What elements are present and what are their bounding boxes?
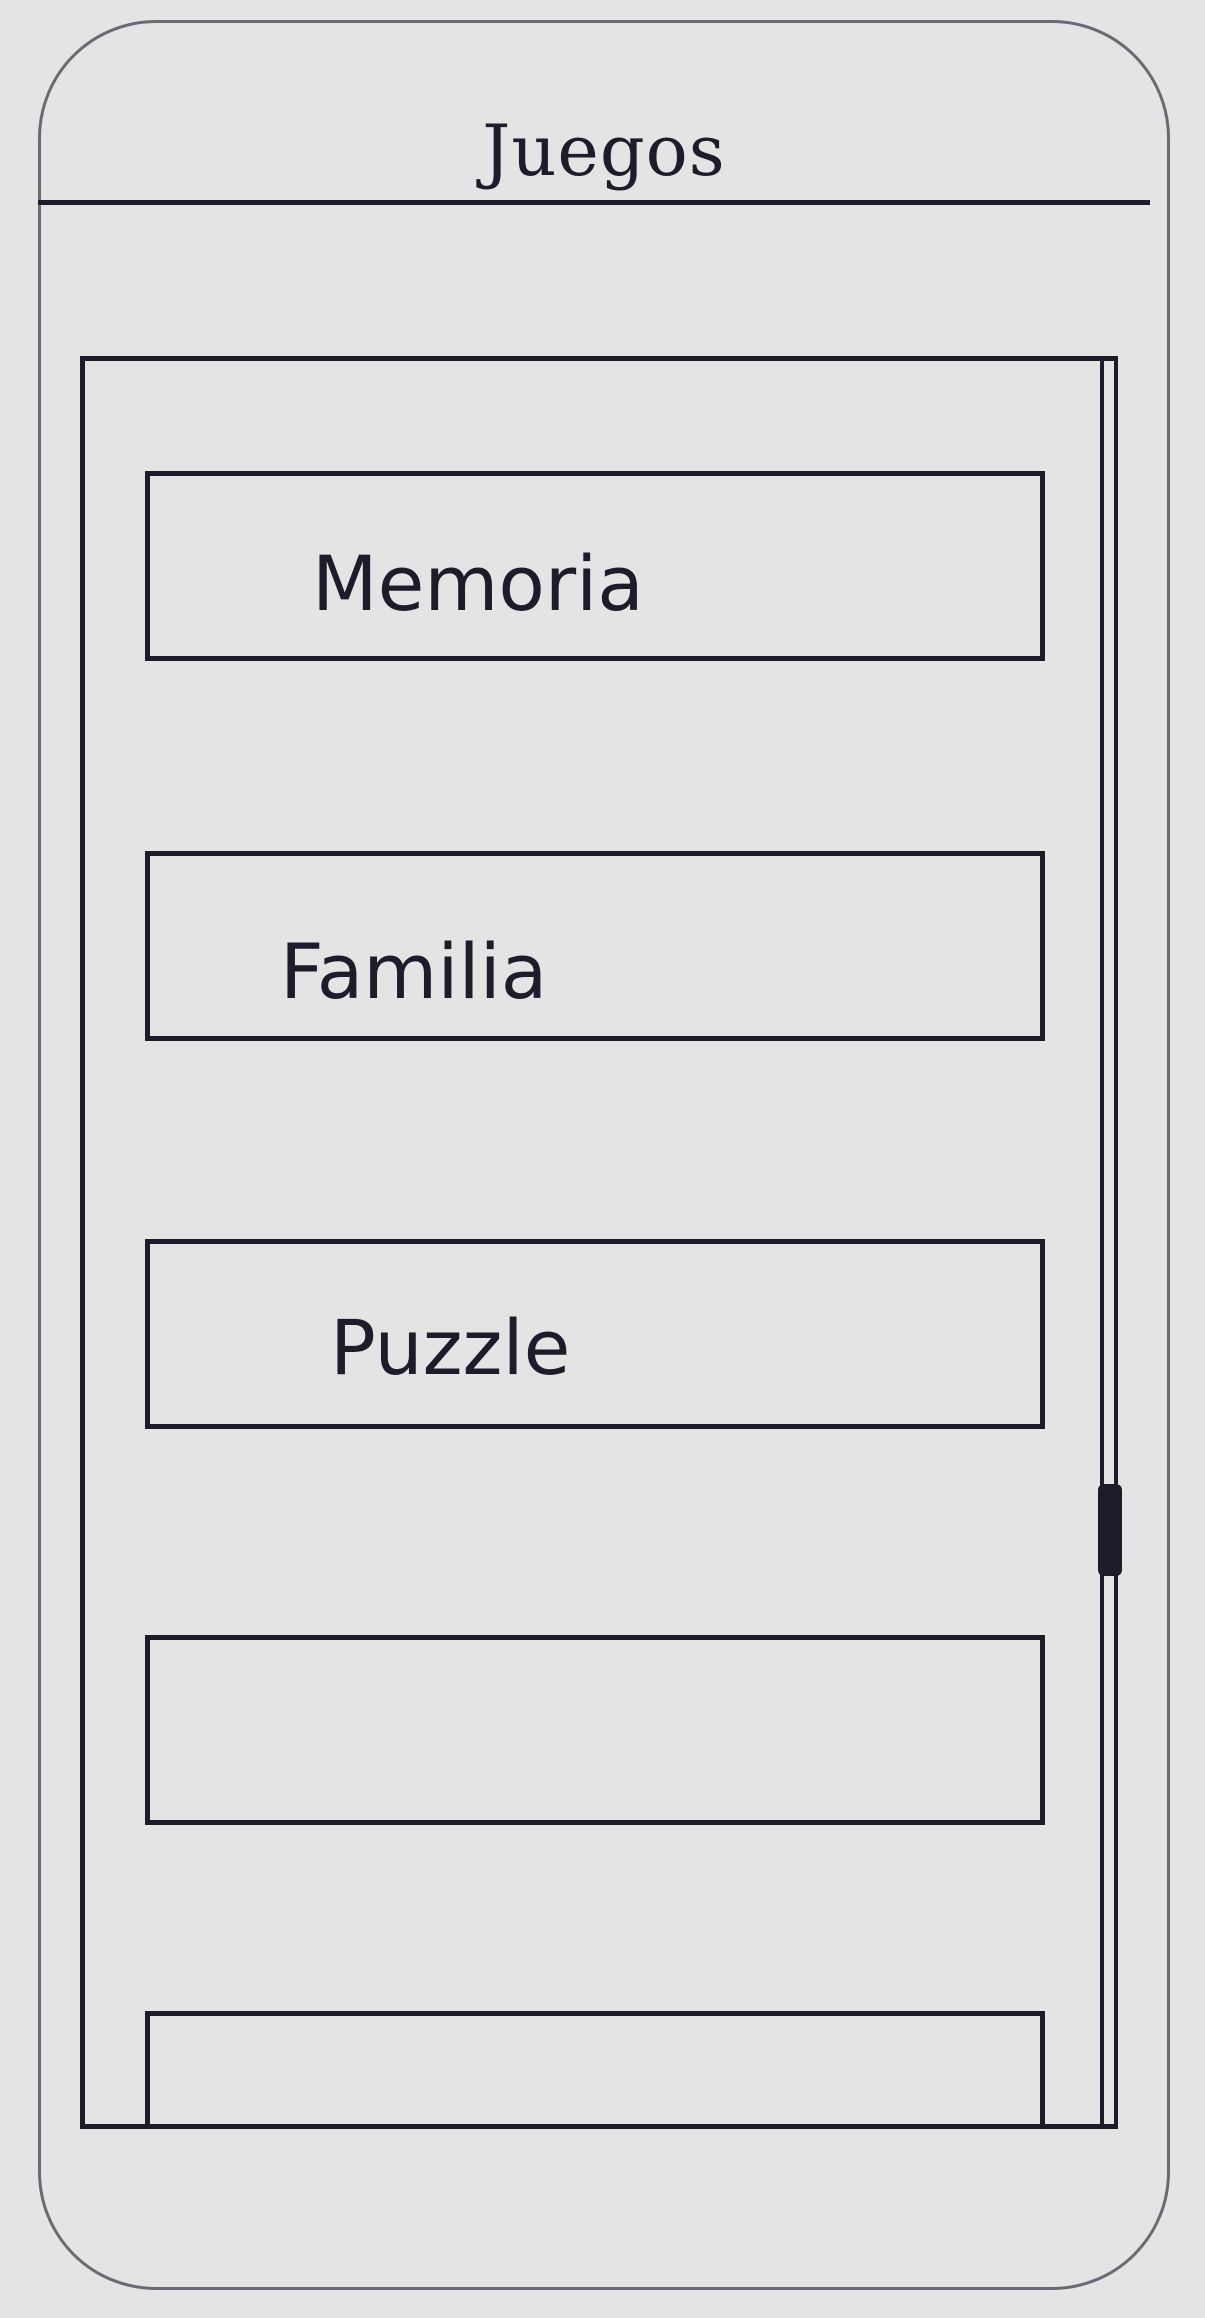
game-button-empty[interactable]: [145, 2011, 1045, 2124]
game-button-label: Puzzle: [330, 1303, 571, 1392]
app-header: Juegos: [38, 20, 1170, 206]
page-title: Juegos: [482, 110, 726, 192]
game-button-familia[interactable]: Familia: [145, 851, 1045, 1041]
games-scroll-panel: Memoria Familia Puzzle: [80, 356, 1118, 2129]
game-button-puzzle[interactable]: Puzzle: [145, 1239, 1045, 1429]
scrollbar-track[interactable]: [1100, 356, 1118, 2129]
game-button-label: Familia: [280, 927, 548, 1016]
game-list: Memoria Familia Puzzle: [145, 471, 1050, 2124]
scrollbar-thumb[interactable]: [1098, 1484, 1122, 1576]
header-divider: [38, 200, 1150, 205]
game-button-empty[interactable]: [145, 1635, 1045, 1825]
game-button-memoria[interactable]: Memoria: [145, 471, 1045, 661]
game-button-label: Memoria: [312, 539, 644, 628]
